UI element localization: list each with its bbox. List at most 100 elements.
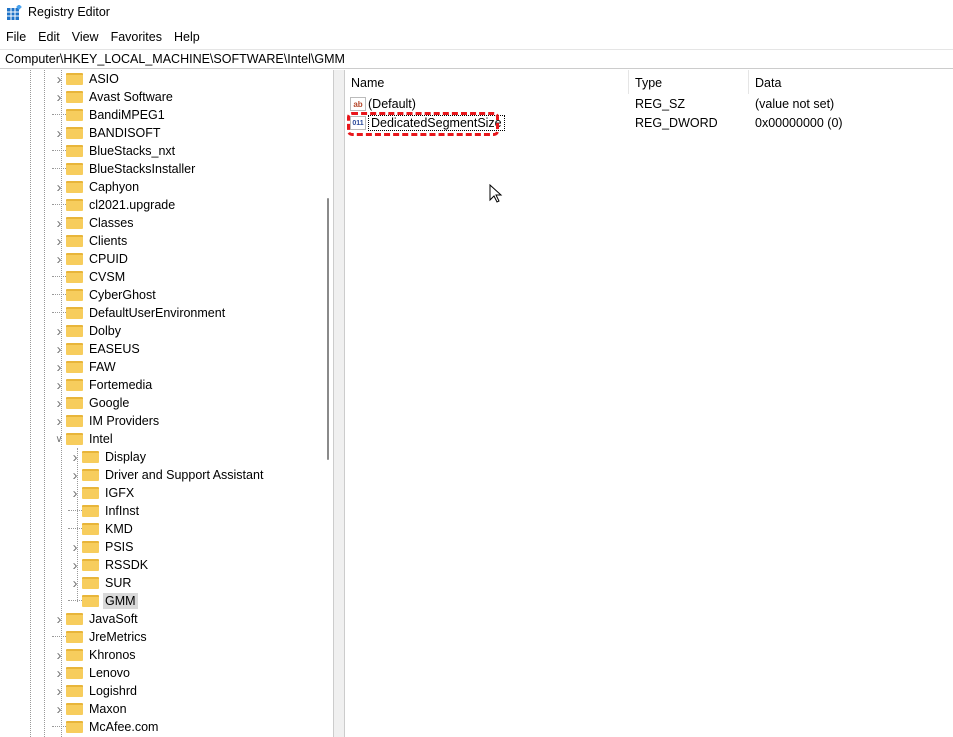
tree-item[interactable]: KMD: [68, 520, 135, 538]
tree-item[interactable]: › Fortemedia: [52, 376, 154, 394]
chevron-right-icon[interactable]: ›: [52, 125, 66, 142]
folder-icon: [66, 415, 83, 427]
tree-item[interactable]: › FAW: [52, 358, 118, 376]
tree-item-label: IGFX: [105, 486, 135, 500]
red-dashed-highlight: [347, 112, 499, 136]
chevron-right-icon[interactable]: ›: [52, 233, 66, 250]
tree-guide-line: [44, 70, 45, 737]
tree-item[interactable]: › Logishrd: [52, 682, 139, 700]
chevron-right-icon[interactable]: ›: [52, 377, 66, 394]
tree-item[interactable]: › RSSDK: [68, 556, 150, 574]
tree-item[interactable]: BlueStacksInstaller: [52, 160, 197, 178]
tree-item[interactable]: InfInst: [68, 502, 141, 520]
chevron-right-icon[interactable]: ›: [68, 449, 82, 466]
chevron-down-icon[interactable]: ∨: [52, 434, 66, 445]
menu-help[interactable]: Help: [168, 28, 206, 48]
tree-item[interactable]: cl2021.upgrade: [52, 196, 177, 214]
tree-item[interactable]: › Lenovo: [52, 664, 132, 682]
chevron-right-icon[interactable]: ›: [52, 89, 66, 106]
address-bar[interactable]: Computer\HKEY_LOCAL_MACHINE\SOFTWARE\Int…: [0, 49, 953, 69]
tree-item-label: CyberGhost: [89, 288, 156, 302]
folder-icon: [66, 163, 83, 175]
column-header-type[interactable]: Type: [629, 70, 749, 94]
chevron-right-icon[interactable]: ›: [52, 683, 66, 700]
tree-item[interactable]: McAfee.com: [52, 718, 160, 736]
folder-icon: [66, 73, 83, 85]
tree-item[interactable]: › ASIO: [52, 70, 121, 88]
tree-item-label: GMM: [103, 593, 138, 609]
tree-item[interactable]: JreMetrics: [52, 628, 149, 646]
tree-item-label: Lenovo: [89, 666, 131, 680]
tree-item[interactable]: › EASEUS: [52, 340, 142, 358]
folder-icon: [66, 307, 83, 319]
chevron-right-icon[interactable]: ›: [52, 395, 66, 412]
tree-item[interactable]: › Khronos: [52, 646, 138, 664]
chevron-right-icon[interactable]: ›: [52, 323, 66, 340]
chevron-right-icon[interactable]: ›: [68, 467, 82, 484]
chevron-right-icon[interactable]: ›: [52, 341, 66, 358]
chevron-right-icon[interactable]: ›: [52, 215, 66, 232]
title-bar: Registry Editor: [0, 0, 953, 26]
tree-item-label: ASIO: [89, 72, 119, 86]
registry-editor-icon: [7, 5, 22, 20]
tree-connector: [68, 592, 82, 601]
menu-edit[interactable]: Edit: [32, 28, 66, 48]
tree-item[interactable]: CVSM: [52, 268, 127, 286]
tree-item[interactable]: › Maxon: [52, 700, 129, 718]
tree-item-label: Dolby: [89, 324, 121, 338]
chevron-right-icon[interactable]: ›: [52, 413, 66, 430]
chevron-right-icon[interactable]: ›: [52, 647, 66, 664]
tree-item[interactable]: ∨ Intel: [52, 430, 115, 448]
tree-item-label: KMD: [105, 522, 133, 536]
chevron-right-icon[interactable]: ›: [52, 179, 66, 196]
value-row-default[interactable]: ab (Default): [350, 95, 416, 113]
tree-item[interactable]: CyberGhost: [52, 286, 158, 304]
tree-item-label: Classes: [89, 216, 134, 230]
chevron-right-icon[interactable]: ›: [68, 485, 82, 502]
scrollbar-thumb[interactable]: [327, 198, 329, 460]
menu-favorites[interactable]: Favorites: [105, 28, 168, 48]
chevron-right-icon[interactable]: ›: [52, 665, 66, 682]
chevron-right-icon[interactable]: ›: [68, 539, 82, 556]
chevron-right-icon[interactable]: ›: [52, 71, 66, 88]
tree-item[interactable]: BlueStacks_nxt: [52, 142, 177, 160]
tree-connector: [68, 520, 82, 529]
tree-item[interactable]: › Display: [68, 448, 148, 466]
tree-item[interactable]: › Google: [52, 394, 131, 412]
tree-item[interactable]: › Dolby: [52, 322, 123, 340]
chevron-right-icon[interactable]: ›: [68, 575, 82, 592]
tree-scrollbar[interactable]: [322, 70, 333, 737]
tree-item-label: IM Providers: [89, 414, 160, 428]
pane-splitter[interactable]: [334, 70, 345, 737]
chevron-right-icon[interactable]: ›: [68, 557, 82, 574]
tree-item[interactable]: › JavaSoft: [52, 610, 140, 628]
column-header-data[interactable]: Data: [749, 70, 953, 94]
menu-view[interactable]: View: [66, 28, 105, 48]
tree-item[interactable]: BandiMPEG1: [52, 106, 167, 124]
tree-connector: [52, 718, 66, 727]
tree-item-label: Caphyon: [89, 180, 140, 194]
chevron-right-icon[interactable]: ›: [52, 611, 66, 628]
tree-guide-line: [30, 70, 31, 737]
tree-item[interactable]: › Avast Software: [52, 88, 175, 106]
tree-item[interactable]: › BANDISOFT: [52, 124, 163, 142]
chevron-right-icon[interactable]: ›: [52, 359, 66, 376]
tree-item[interactable]: › IGFX: [68, 484, 136, 502]
menu-file[interactable]: File: [0, 28, 32, 48]
tree-item[interactable]: DefaultUserEnvironment: [52, 304, 227, 322]
chevron-right-icon[interactable]: ›: [52, 701, 66, 718]
folder-icon: [66, 343, 83, 355]
folder-icon: [66, 181, 83, 193]
tree-item[interactable]: › PSIS: [68, 538, 136, 556]
tree-item[interactable]: › IM Providers: [52, 412, 161, 430]
tree-item[interactable]: › Driver and Support Assistant: [68, 466, 265, 484]
folder-icon: [66, 199, 83, 211]
tree-item[interactable]: › Caphyon: [52, 178, 141, 196]
chevron-right-icon[interactable]: ›: [52, 251, 66, 268]
tree-item[interactable]: GMM: [68, 592, 138, 610]
tree-item[interactable]: › SUR: [68, 574, 133, 592]
column-header-name[interactable]: Name: [345, 70, 629, 94]
tree-item[interactable]: › Classes: [52, 214, 135, 232]
tree-item[interactable]: › CPUID: [52, 250, 130, 268]
tree-item[interactable]: › Clients: [52, 232, 129, 250]
